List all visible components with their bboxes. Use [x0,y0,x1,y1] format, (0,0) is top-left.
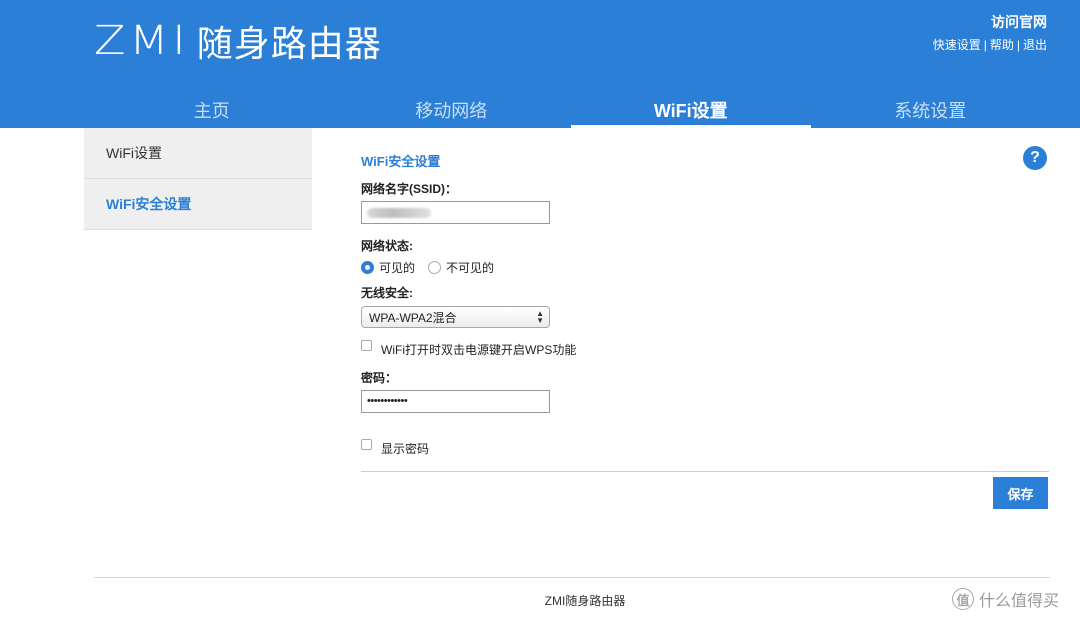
sidebar: WiFi设置 WiFi安全设置 [84,128,312,230]
watermark-badge-icon: 值 [952,588,974,610]
ssid-input[interactable] [361,201,550,224]
sidebar-item-wifi-settings[interactable]: WiFi设置 [84,128,312,179]
network-status-options: 可见的 不可见的 [361,259,507,276]
form-divider [361,471,1049,472]
security-mode-select[interactable]: WPA-WPA2混合 ▲ ▼ [361,306,550,328]
sidebar-item-wifi-security[interactable]: WiFi安全设置 [84,179,312,230]
wps-option: WiFi打开时双击电源键开启WPS功能 [361,340,577,358]
help-link[interactable]: 帮助 [990,38,1014,52]
watermark: 值 什么值得买 [952,587,1059,611]
visible-radio-label: 可见的 [379,261,416,275]
password-input[interactable]: •••••••••••• [361,390,550,413]
invisible-radio[interactable] [428,261,442,274]
watermark-text: 什么值得买 [979,593,1060,610]
ssid-label: 网络名字(SSID)： [361,182,458,196]
tab-mobile-network[interactable]: 移动网络 [332,92,572,128]
logout-link[interactable]: 退出 [1023,38,1047,52]
visit-official-site-link[interactable]: 访问官网 [933,12,1047,32]
select-arrows-icon: ▲ ▼ [536,309,544,325]
footer-divider [94,577,1050,578]
quick-setup-link[interactable]: 快速设置 [933,38,981,52]
password-label: 密码： [361,371,398,385]
visible-radio[interactable] [361,261,374,274]
link-separator: | [983,38,987,52]
top-header: ZMI 随身路由器 访问官网 快速设置 | 帮助 | 退出 主页 移动网络 WiFi设置… [0,0,1080,128]
security-mode-value: WPA-WPA2混合 [369,310,457,325]
invisible-radio-label: 不可见的 [446,261,495,275]
wireless-security-label: 无线安全: [361,286,413,300]
footer-text: ZMI随身路由器 [544,594,626,608]
show-password-option: 显示密码 [361,439,430,457]
link-separator: | [1016,38,1020,52]
logo-title: 随身路由器 [196,24,382,65]
section-title: WiFi安全设置 [361,154,441,169]
show-password-label: 显示密码 [381,442,430,456]
tab-wifi-settings[interactable]: WiFi设置 [571,92,811,128]
password-mask: •••••••••••• [367,395,408,407]
show-password-checkbox[interactable] [361,439,372,450]
ssid-value-redacted [367,208,431,218]
wps-checkbox-label: WiFi打开时双击电源键开启WPS功能 [381,343,577,357]
top-right-links: 访问官网 快速设置 | 帮助 | 退出 [933,12,1047,53]
tab-home[interactable]: 主页 [92,92,332,128]
main-nav: 主页 移动网络 WiFi设置 系统设置 [92,92,1050,128]
help-icon[interactable]: ? [1023,146,1047,170]
logo-zmi-text: ZMI [94,18,190,64]
tab-system-settings[interactable]: 系统设置 [811,92,1051,128]
wps-checkbox[interactable] [361,340,372,351]
save-button[interactable]: 保存 [993,477,1048,509]
network-status-label: 网络状态: [361,239,413,253]
zmi-logo: ZMI 随身路由器 [94,18,382,65]
